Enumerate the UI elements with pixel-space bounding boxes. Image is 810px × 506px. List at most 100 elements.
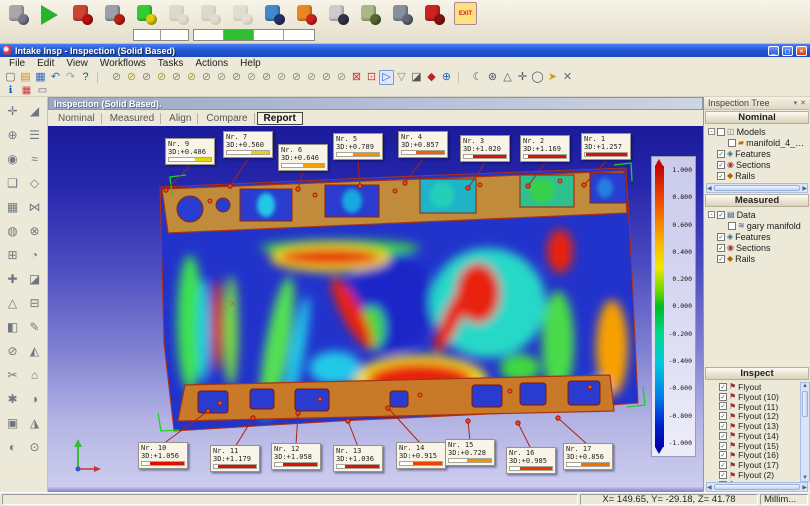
- annotation-callout[interactable]: Nr. 2 3D:+1.169: [520, 135, 570, 162]
- checkbox[interactable]: ✓: [719, 432, 727, 440]
- view-disc-icon[interactable]: ⊘: [199, 71, 214, 84]
- open-file-icon[interactable]: ▤: [18, 71, 33, 84]
- minimize-button[interactable]: _: [768, 46, 779, 56]
- tree-item-models[interactable]: - ◫ Models: [706, 126, 810, 137]
- help-icon[interactable]: ?: [78, 71, 93, 84]
- checkbox[interactable]: [728, 222, 736, 230]
- tool-icon[interactable]: ⊗: [24, 219, 46, 243]
- tab-compare[interactable]: Compare: [200, 113, 254, 124]
- disabled-probe-icon[interactable]: [198, 2, 223, 27]
- tool-icon[interactable]: ☰: [24, 123, 46, 147]
- separator[interactable]: [458, 72, 467, 83]
- annotation-callout[interactable]: Nr. 4 3D:+0.857: [398, 131, 448, 158]
- tool-icon[interactable]: ✚: [2, 267, 24, 291]
- view-disc-icon[interactable]: ⊘: [319, 71, 334, 84]
- panel-close-icon[interactable]: ✕: [800, 99, 806, 107]
- tab-report[interactable]: Report: [257, 112, 303, 125]
- molecule-icon[interactable]: [262, 2, 287, 27]
- wrench-icon[interactable]: [390, 2, 415, 27]
- tree-item-gary-manifold[interactable]: ≋ gary manifold: [706, 220, 810, 231]
- separator[interactable]: [97, 72, 106, 83]
- view-disc-icon[interactable]: ⊘: [124, 71, 139, 84]
- annotation-callout[interactable]: Nr. 16 3D:+0.985: [506, 447, 556, 474]
- tool-icon[interactable]: ⊙: [24, 435, 46, 459]
- tool-icon[interactable]: ◑: [24, 387, 46, 411]
- tree-item-flyout[interactable]: ✓ ⚑ Flyout (12): [706, 411, 800, 421]
- 3d-viewport[interactable]: x Nr. 9 3D:+0.486 Nr. 7 3D:+0.560: [48, 126, 703, 487]
- tool-icon[interactable]: ⌂: [24, 363, 46, 387]
- tool-icon[interactable]: ≈: [24, 147, 46, 171]
- view-disc-icon[interactable]: ⊘: [244, 71, 259, 84]
- battery-icon[interactable]: [134, 2, 159, 27]
- new-file-icon[interactable]: ▢: [3, 71, 18, 84]
- tree-item-flyout[interactable]: ✓ ⚑ Flyout (14): [706, 431, 800, 441]
- tool-icon[interactable]: ◇: [24, 171, 46, 195]
- expander-icon[interactable]: -: [708, 128, 715, 135]
- tree-item-features[interactable]: ✓ ◈ Features: [706, 148, 810, 159]
- tree-item-flyout[interactable]: ✓ ⚑ Flyout (13): [706, 421, 800, 431]
- tree-item-rails[interactable]: ✓ ◆ Rails: [706, 253, 810, 264]
- tool-icon[interactable]: ◔: [24, 243, 46, 267]
- checkbox[interactable]: ✓: [719, 422, 727, 430]
- select-arrow-icon[interactable]: ▷: [379, 70, 394, 85]
- expander-icon[interactable]: -: [708, 211, 715, 218]
- tool-icon[interactable]: ◐: [2, 435, 24, 459]
- tool-icon[interactable]: ◧: [2, 315, 24, 339]
- annotation-callout[interactable]: Nr. 1 3D:+1.257: [581, 133, 631, 160]
- annotation-callout[interactable]: Nr. 10 3D:+1.056: [138, 442, 188, 469]
- tool-icon[interactable]: ◢: [24, 99, 46, 123]
- view-disc-icon[interactable]: ⊘: [109, 71, 124, 84]
- info-icon[interactable]: ℹ: [4, 85, 17, 96]
- eraser-icon[interactable]: ◆: [424, 71, 439, 84]
- view-disc-icon[interactable]: ⊘: [229, 71, 244, 84]
- save-icon[interactable]: ▦: [33, 71, 48, 84]
- annotation-callout[interactable]: Nr. 5 3D:+0.789: [333, 133, 383, 160]
- tool-icon[interactable]: ❏: [2, 171, 24, 195]
- vertical-scrollbar[interactable]: ▲▼: [800, 382, 810, 482]
- tool-icon[interactable]: ✛: [2, 99, 24, 123]
- tool-icon[interactable]: ✎: [24, 315, 46, 339]
- checkbox[interactable]: [717, 128, 725, 136]
- spin-icon[interactable]: ⊛: [485, 71, 500, 84]
- orbit-icon[interactable]: ◯: [530, 71, 545, 84]
- tree-item-flyout[interactable]: ✓ ⚑ Flyout (2): [706, 470, 800, 480]
- expander-icon[interactable]: [708, 233, 715, 240]
- view-disc-icon[interactable]: ⊘: [139, 71, 154, 84]
- tool-icon[interactable]: ✱: [2, 387, 24, 411]
- checkbox[interactable]: ✓: [717, 233, 725, 241]
- annotation-callout[interactable]: Nr. 17 3D:+0.856: [563, 443, 613, 470]
- expander-icon[interactable]: [708, 255, 715, 262]
- paint-icon[interactable]: ◪: [409, 71, 424, 84]
- disabled-tool-icon[interactable]: [166, 2, 191, 27]
- view-disc-icon[interactable]: ⊘: [169, 71, 184, 84]
- tree-item-sections[interactable]: ✓ ◉ Sections: [706, 242, 810, 253]
- horizontal-scrollbar[interactable]: ◀▶: [706, 482, 808, 492]
- tree-item-sections[interactable]: ✓ ◉ Sections: [706, 159, 810, 170]
- view-disc-icon[interactable]: ⊘: [289, 71, 304, 84]
- pan-icon[interactable]: ✛: [515, 71, 530, 84]
- select-all-icon[interactable]: ⊡: [364, 71, 379, 84]
- tree-item-rails[interactable]: ✓ ◆ Rails: [706, 170, 810, 181]
- camera-icon[interactable]: [326, 2, 351, 27]
- tree-item-flyout[interactable]: ✓ ⚑ Flyout (17): [706, 460, 800, 470]
- tool-icon[interactable]: ⊞: [2, 243, 24, 267]
- tree-item-features[interactable]: ✓ ◈ Features: [706, 231, 810, 242]
- horizontal-scrollbar[interactable]: ◀▶: [706, 183, 808, 193]
- expander-icon[interactable]: [708, 161, 715, 168]
- display-icon[interactable]: ▭: [36, 85, 49, 96]
- tool-icon[interactable]: ◍: [2, 219, 24, 243]
- menu-item[interactable]: Tasks: [153, 58, 189, 69]
- close-button[interactable]: ✕: [796, 46, 807, 56]
- tool-icon[interactable]: ▦: [2, 195, 24, 219]
- tree-item-manifold[interactable]: ▰ manifold_4_with_fix: [706, 137, 810, 148]
- menu-item[interactable]: File: [4, 58, 30, 69]
- expander-icon[interactable]: [708, 172, 715, 179]
- view-disc-icon[interactable]: ⊘: [154, 71, 169, 84]
- menu-item[interactable]: View: [61, 58, 93, 69]
- tool-icon[interactable]: ⊟: [24, 291, 46, 315]
- zoom-icon[interactable]: ⊕: [439, 71, 454, 84]
- play-icon[interactable]: [38, 2, 63, 27]
- checkbox[interactable]: ✓: [719, 393, 727, 401]
- thermometer-box-icon[interactable]: [294, 2, 319, 27]
- tool-icon[interactable]: ⋈: [24, 195, 46, 219]
